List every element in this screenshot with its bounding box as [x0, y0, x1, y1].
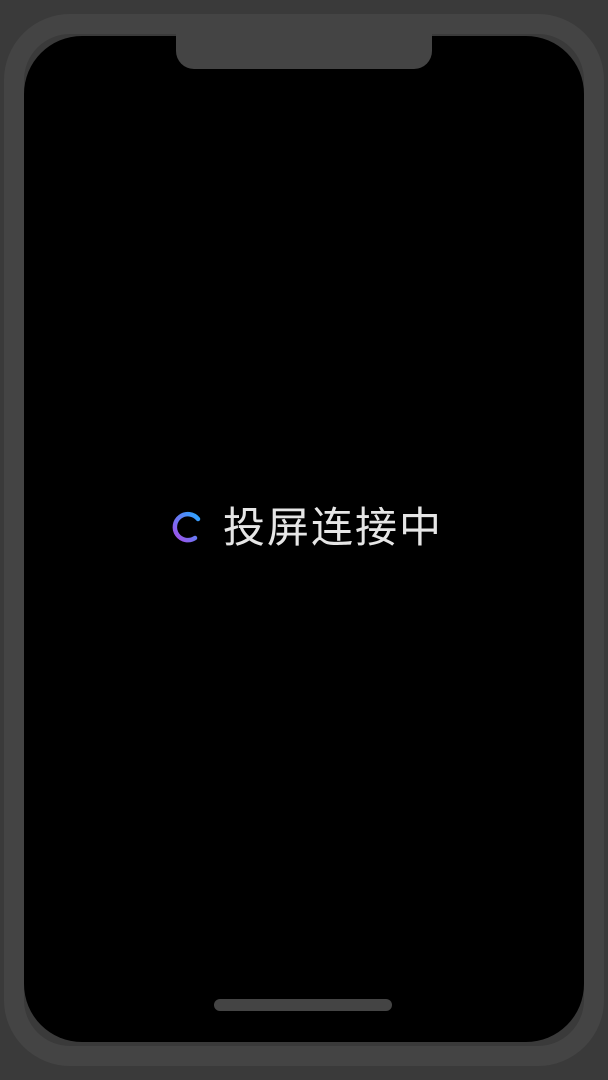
home-indicator[interactable] — [214, 999, 392, 1011]
phone-screen: 投屏连接中 — [24, 36, 584, 1042]
casting-status: 投屏连接中 — [30, 507, 584, 549]
device-frame: 投屏连接中 — [0, 0, 608, 1080]
loading-spinner-icon — [172, 511, 201, 543]
casting-status-text: 投屏连接中 — [222, 503, 443, 552]
phone-notch — [176, 24, 432, 69]
